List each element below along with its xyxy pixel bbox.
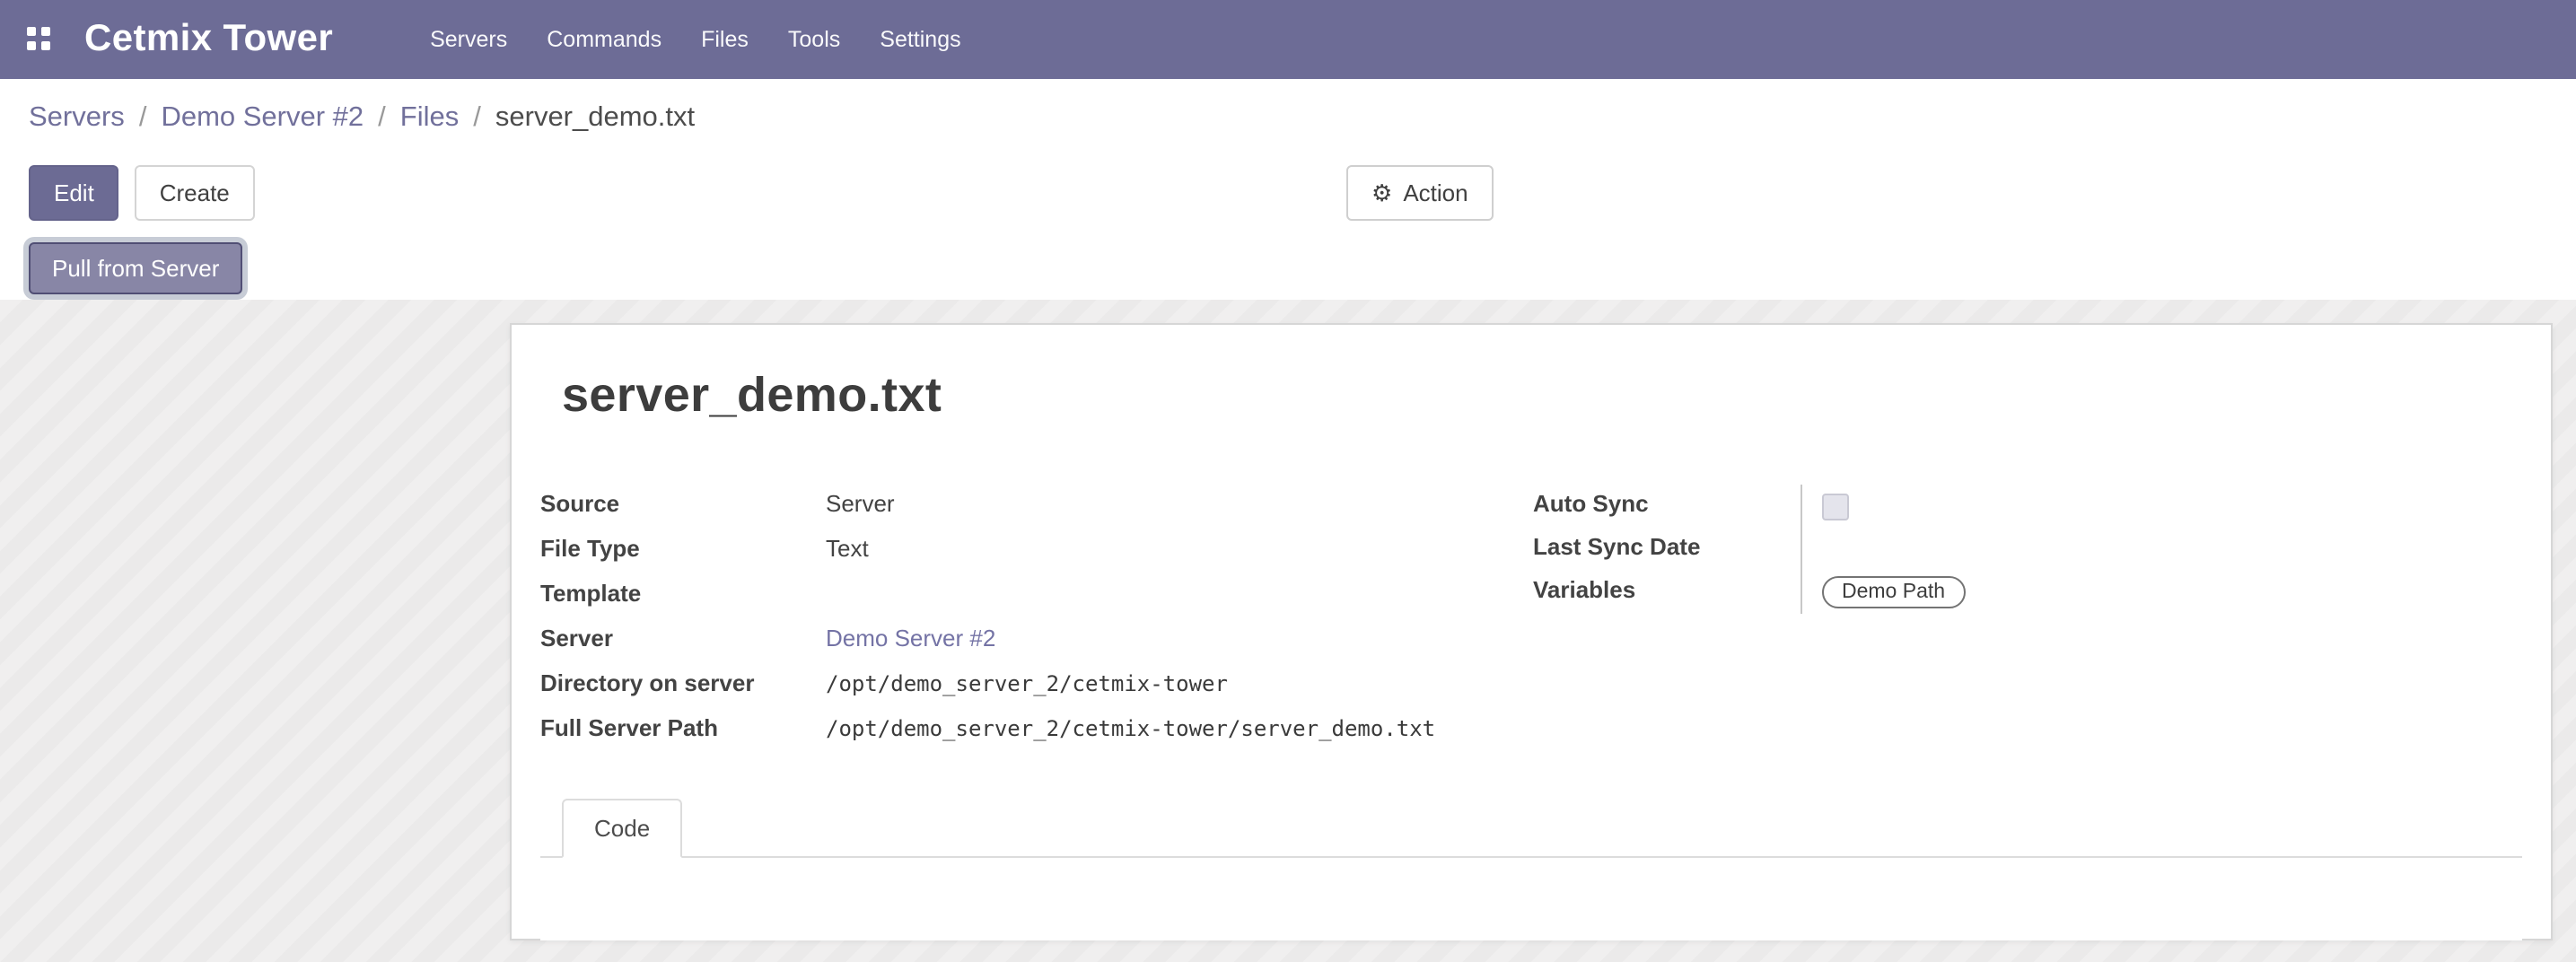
form-background: server_demo.txt Source Server File Type … bbox=[0, 300, 2576, 962]
field-value-last-sync-date bbox=[1801, 528, 2522, 571]
apps-grid-square bbox=[27, 40, 36, 49]
menu-item-servers[interactable]: Servers bbox=[430, 18, 507, 61]
field-value-directory: /opt/demo_server_2/cetmix-tower bbox=[826, 671, 1228, 696]
field-label-variables: Variables bbox=[1533, 571, 1801, 614]
breadcrumb-current: server_demo.txt bbox=[495, 102, 695, 135]
tab-content-code bbox=[540, 858, 2522, 940]
apps-grid-square bbox=[41, 26, 50, 35]
breadcrumb: Servers / Demo Server #2 / Files / serve… bbox=[0, 79, 2576, 158]
breadcrumb-separator: / bbox=[459, 102, 495, 135]
apps-grid-square bbox=[27, 26, 36, 35]
field-row-full-path: Full Server Path /opt/demo_server_2/cetm… bbox=[540, 709, 1533, 754]
field-value-server-link[interactable]: Demo Server #2 bbox=[826, 625, 995, 652]
menu-item-settings[interactable]: Settings bbox=[880, 18, 960, 61]
apps-grid-icon[interactable] bbox=[27, 26, 54, 53]
field-row-server: Server Demo Server #2 bbox=[540, 619, 1533, 664]
breadcrumb-separator: / bbox=[125, 102, 162, 135]
edit-button[interactable]: Edit bbox=[29, 165, 119, 221]
field-label-directory: Directory on server bbox=[540, 669, 826, 696]
notebook-tabs: Code bbox=[540, 799, 2522, 858]
field-row-file-type: File Type Text bbox=[540, 529, 1533, 574]
top-menu: Servers Commands Files Tools Settings bbox=[430, 18, 961, 61]
field-group-right: Auto Sync Last Sync Date Variables Demo … bbox=[1533, 485, 2522, 614]
control-panel: Edit Create ⚙ Action bbox=[0, 158, 2576, 230]
tab-code[interactable]: Code bbox=[562, 799, 682, 858]
field-label-auto-sync: Auto Sync bbox=[1533, 485, 1801, 528]
field-row-source: Source Server bbox=[540, 485, 1533, 529]
auto-sync-checkbox[interactable] bbox=[1822, 493, 1849, 520]
field-value-source: Server bbox=[826, 490, 895, 517]
gear-icon: ⚙ bbox=[1371, 181, 1392, 205]
breadcrumb-link-servers[interactable]: Servers bbox=[29, 102, 125, 135]
form-header-actions: Pull from Server bbox=[0, 230, 2576, 300]
menu-item-files[interactable]: Files bbox=[701, 18, 749, 61]
field-row-directory: Directory on server /opt/demo_server_2/c… bbox=[540, 664, 1533, 709]
pull-from-server-button[interactable]: Pull from Server bbox=[29, 242, 242, 294]
action-button[interactable]: ⚙ Action bbox=[1346, 165, 1494, 221]
breadcrumb-link-demo-server-2[interactable]: Demo Server #2 bbox=[161, 102, 364, 135]
action-button-label: Action bbox=[1403, 181, 1468, 205]
app-window: Cetmix Tower Servers Commands Files Tool… bbox=[0, 0, 2576, 962]
create-button[interactable]: Create bbox=[135, 165, 255, 221]
form-sheet: server_demo.txt Source Server File Type … bbox=[510, 323, 2553, 940]
field-value-auto-sync bbox=[1801, 485, 2522, 528]
variable-tag-demo-path: Demo Path bbox=[1822, 576, 1965, 608]
field-label-template: Template bbox=[540, 580, 826, 607]
field-value-full-path: /opt/demo_server_2/cetmix-tower/server_d… bbox=[826, 716, 1435, 741]
breadcrumb-separator: / bbox=[364, 102, 400, 135]
field-label-source: Source bbox=[540, 490, 826, 517]
field-label-server: Server bbox=[540, 625, 826, 652]
field-groups: Source Server File Type Text Template Se… bbox=[540, 485, 2522, 754]
menu-item-tools[interactable]: Tools bbox=[788, 18, 840, 61]
record-title: server_demo.txt bbox=[562, 368, 2522, 424]
field-row-template: Template bbox=[540, 574, 1533, 619]
top-navbar: Cetmix Tower Servers Commands Files Tool… bbox=[0, 0, 2576, 79]
field-value-file-type: Text bbox=[826, 535, 869, 562]
field-label-last-sync-date: Last Sync Date bbox=[1533, 528, 1801, 571]
field-group-left: Source Server File Type Text Template Se… bbox=[540, 485, 1533, 754]
breadcrumb-link-files[interactable]: Files bbox=[400, 102, 459, 135]
menu-item-commands[interactable]: Commands bbox=[547, 18, 662, 61]
field-label-full-path: Full Server Path bbox=[540, 714, 826, 741]
field-value-variables: Demo Path bbox=[1801, 571, 2522, 614]
apps-grid-square bbox=[41, 40, 50, 49]
app-brand[interactable]: Cetmix Tower bbox=[84, 18, 333, 61]
field-label-file-type: File Type bbox=[540, 535, 826, 562]
